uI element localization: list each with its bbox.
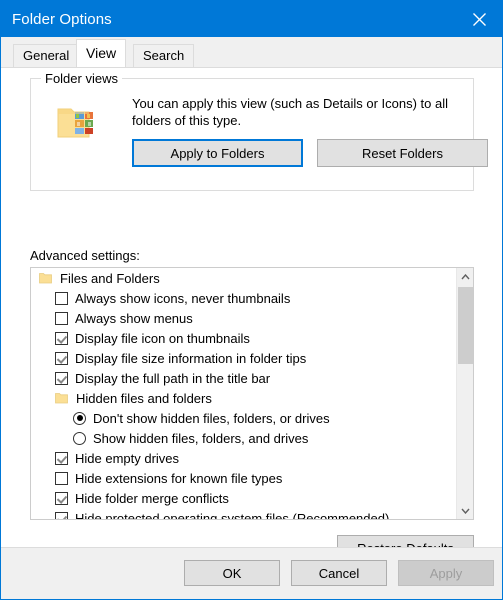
radio-button[interactable] (73, 431, 86, 445)
settings-row[interactable]: Hide empty drives (31, 448, 456, 468)
checkbox[interactable] (55, 331, 68, 345)
ok-button[interactable]: OK (184, 560, 280, 586)
settings-row-label: Hide protected operating system files (R… (75, 510, 390, 520)
folder-views-group: Folder views You can apply this view (su… (30, 71, 488, 191)
tab-search[interactable]: Search (133, 44, 195, 67)
settings-row-label: Hide extensions for known file types (75, 470, 283, 486)
folder-icon (39, 272, 52, 284)
checkbox[interactable] (55, 451, 68, 465)
settings-group-row: Files and Folders (31, 268, 456, 288)
close-icon (472, 12, 487, 27)
chevron-down-icon[interactable] (457, 502, 473, 519)
checkbox[interactable] (55, 491, 68, 505)
folder-views-description: You can apply this view (such as Details… (132, 96, 449, 128)
settings-row[interactable]: Display file icon on thumbnails (31, 328, 456, 348)
radio-button[interactable] (73, 411, 86, 425)
settings-row-label: Hide folder merge conflicts (75, 490, 229, 506)
settings-row-label: Hidden files and folders (76, 390, 212, 406)
folder-views-icon (57, 104, 97, 140)
checkbox[interactable] (55, 471, 68, 485)
settings-row-label: Files and Folders (60, 270, 160, 286)
tab-general[interactable]: General (13, 44, 80, 67)
dialog-footer: OK Cancel Apply (1, 547, 502, 599)
settings-row[interactable]: Always show menus (31, 308, 456, 328)
settings-row-label: Hide empty drives (75, 450, 180, 466)
folder-views-legend: Folder views (41, 71, 122, 86)
settings-row[interactable]: Display file size information in folder … (31, 348, 456, 368)
settings-row-label: Always show menus (75, 310, 193, 326)
settings-row-label: Show hidden files, folders, and drives (93, 430, 309, 446)
reset-folders-button[interactable]: Reset Folders (317, 139, 488, 167)
advanced-settings-list: Files and Folders Always show icons, neve… (31, 268, 456, 519)
settings-row-label: Display file size information in folder … (75, 350, 307, 366)
folder-options-dialog: Folder Options General View Search Folde… (0, 0, 503, 600)
settings-row[interactable]: Don't show hidden files, folders, or dri… (31, 408, 456, 428)
apply-button: Apply (398, 560, 494, 586)
settings-row-label: Always show icons, never thumbnails (75, 290, 291, 306)
advanced-settings-listbox[interactable]: Files and Folders Always show icons, neve… (30, 267, 474, 520)
view-tab-panel: Folder views You can apply this view (su… (1, 68, 502, 561)
tab-strip: General View Search (1, 37, 502, 68)
settings-row[interactable]: Hide extensions for known file types (31, 468, 456, 488)
chevron-up-icon[interactable] (457, 268, 473, 285)
apply-to-folders-button[interactable]: Apply to Folders (132, 139, 303, 167)
advanced-settings-scrollbar[interactable] (456, 268, 473, 519)
title-bar: Folder Options (1, 1, 502, 37)
close-button[interactable] (456, 1, 502, 37)
cancel-button[interactable]: Cancel (291, 560, 387, 586)
settings-row[interactable]: Display the full path in the title bar (31, 368, 456, 388)
settings-row-label: Display file icon on thumbnails (75, 330, 250, 346)
checkbox[interactable] (55, 311, 68, 325)
settings-row[interactable]: Always show icons, never thumbnails (31, 288, 456, 308)
checkbox[interactable] (55, 351, 68, 365)
settings-row[interactable]: Hide folder merge conflicts (31, 488, 456, 508)
checkbox[interactable] (55, 371, 68, 385)
folder-icon (55, 392, 68, 404)
checkbox[interactable] (55, 511, 68, 519)
settings-row[interactable]: Show hidden files, folders, and drives (31, 428, 456, 448)
scrollbar-thumb[interactable] (458, 287, 473, 364)
advanced-settings-label: Advanced settings: (30, 248, 140, 263)
tab-view[interactable]: View (76, 39, 127, 67)
checkbox[interactable] (55, 291, 68, 305)
settings-group-row: Hidden files and folders (31, 388, 456, 408)
settings-row-label: Don't show hidden files, folders, or dri… (93, 410, 330, 426)
window-title: Folder Options (12, 10, 112, 28)
settings-row-label: Display the full path in the title bar (75, 370, 271, 386)
settings-row[interactable]: Hide protected operating system files (R… (31, 508, 456, 520)
